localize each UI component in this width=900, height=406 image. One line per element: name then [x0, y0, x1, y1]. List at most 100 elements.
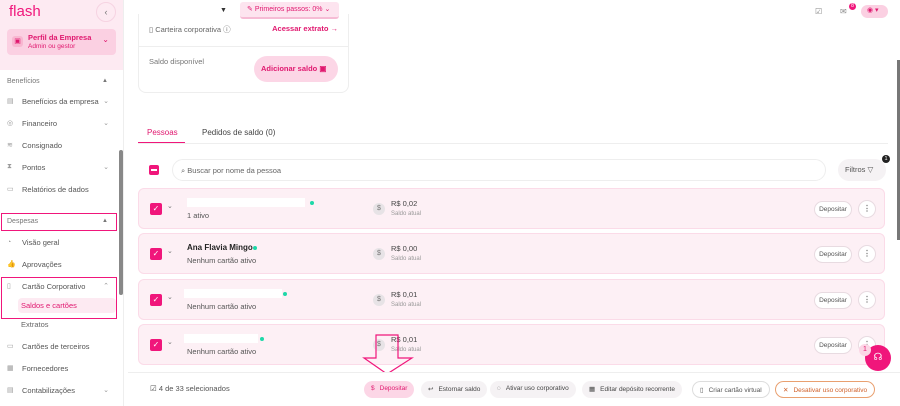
task-icon[interactable]: ☑ — [815, 7, 822, 16]
search-input[interactable]: ⌕ Buscar por nome da pessoa — [172, 159, 826, 181]
sidebar-item-aprovacoes[interactable]: 👍 Aprovações — [7, 257, 111, 271]
view-statement-link[interactable]: Acessar extrato → — [272, 24, 338, 33]
deposit-button[interactable]: Depositar — [814, 292, 852, 309]
card-status: 1 ativo — [187, 211, 210, 220]
active-dot — [253, 246, 257, 250]
balance-label: Saldo atual — [391, 211, 422, 217]
person-name: Ana Flavia Mingo — [187, 243, 253, 252]
monitor-icon: ▭ — [7, 186, 14, 193]
section-label: Benefícios — [7, 78, 40, 85]
reverse-balance-button[interactable]: ↩ Estornar saldo — [421, 381, 488, 398]
sidebar-header: flash ‹ ▣ Perfil da Empresa Admin ou ges… — [0, 0, 123, 70]
active-dot — [260, 337, 264, 341]
sidebar-item-fornecedores[interactable]: ▦ Fornecedores — [7, 361, 111, 375]
sidebar-item-pontos[interactable]: ⧗ Pontos ⌄ — [7, 160, 111, 174]
row-checkbox[interactable]: ✓ — [150, 203, 162, 215]
row-checkbox[interactable]: ✓ — [150, 248, 162, 260]
store-icon: ▦ — [7, 365, 14, 372]
steps-label: Primeiros passos: 0% — [254, 6, 323, 13]
profile-subtitle: Admin ou gestor — [28, 43, 76, 50]
section-despesas[interactable]: Despesas ▲ — [2, 214, 116, 230]
item-label: Cartão Corporativo — [22, 281, 86, 291]
tab-pessoas[interactable]: Pessoas — [138, 128, 185, 144]
balance-value: R$ 0,00 — [391, 244, 418, 253]
gauge-icon: ◔ — [7, 238, 12, 246]
item-label: Fornecedores — [22, 363, 69, 373]
undo-icon: ↩ — [428, 386, 434, 393]
add-balance-button[interactable]: Adicionar saldo ▣ — [254, 56, 338, 82]
selected-count: ☑ 4 de 33 selecionados — [150, 384, 230, 393]
deposit-button[interactable]: Depositar — [814, 246, 852, 263]
sidebar-item-financeiro[interactable]: ◎ Financeiro ⌄ — [7, 116, 111, 130]
dropdown-caret-icon[interactable]: ▼ — [220, 7, 227, 14]
action-label: Criar cartão virtual — [708, 387, 762, 394]
deposit-button[interactable]: Depositar — [814, 201, 852, 218]
coins-icon: ≋ — [7, 142, 13, 149]
sidebar-item-beneficios-empresa[interactable]: ▤ Benefícios da empresa ⌄ — [7, 94, 111, 108]
wallet-title: ▯ Carteira corporativa ⓘ — [149, 25, 231, 34]
sidebar-item-cartao-corporativo[interactable]: ▯ Cartão Corporativo ⌃ — [7, 279, 111, 293]
row-checkbox[interactable]: ✓ — [150, 294, 162, 306]
more-options-icon[interactable]: ⋮ — [858, 200, 876, 218]
sidebar-subitem-saldos[interactable]: Saldos e cartões — [18, 298, 116, 313]
sidebar-item-contabilizacoes[interactable]: ▤ Contabilizações ⌄ — [7, 383, 111, 397]
table-row: ✓ ⌄ Nenhum cartão ativo $ R$ 0,01 Saldo atu… — [138, 324, 885, 365]
deactivate-corporate-button[interactable]: ✕ Desativar uso corporativo — [775, 381, 876, 398]
card-icon: ▯ — [7, 283, 11, 290]
more-options-icon[interactable]: ⋮ — [858, 291, 876, 309]
filter-icon: ▽ — [867, 165, 874, 174]
tabs-divider — [138, 143, 888, 144]
sidebar: flash ‹ ▣ Perfil da Empresa Admin ou ges… — [0, 0, 124, 406]
chevron-up-icon: ▲ — [102, 78, 108, 84]
section-label: Despesas — [7, 218, 39, 225]
sidebar-item-consignado[interactable]: ≋ Consignado — [7, 138, 111, 152]
row-checkbox[interactable]: ✓ — [150, 339, 162, 351]
sidebar-item-visao-geral[interactable]: ◔ Visão geral — [7, 235, 111, 249]
dollar-icon: $ — [373, 294, 385, 306]
create-virtual-card-button[interactable]: ▯ Criar cartão virtual — [692, 381, 770, 398]
circle-icon: ◌ — [497, 385, 501, 392]
item-label: Pontos — [22, 162, 46, 172]
table-row: ✓ ⌄ Nenhum cartão ativo $ R$ 0,01 Saldo atu… — [138, 279, 885, 320]
expand-chevron-icon[interactable]: ⌄ — [167, 247, 173, 255]
flash-logo: flash — [9, 3, 41, 20]
tab-pedidos-saldo[interactable]: Pedidos de saldo (0) — [202, 128, 275, 137]
profile-selector[interactable]: ▣ Perfil da Empresa Admin ou gestor ⌄ — [7, 29, 116, 55]
item-label: Aprovações — [22, 259, 62, 269]
phone-icon: ▯ — [700, 387, 704, 394]
expand-chevron-icon[interactable]: ⌄ — [167, 338, 173, 346]
deposit-button[interactable]: Depositar — [814, 337, 852, 354]
deposit-bulk-button[interactable]: $ Depositar — [364, 381, 415, 398]
sidebar-item-cartoes-terceiros[interactable]: ▭ Cartões de terceiros — [7, 339, 111, 353]
item-label: Relatórios de dados — [22, 184, 89, 194]
active-dot — [310, 201, 314, 205]
expand-chevron-icon[interactable]: ⌄ — [167, 202, 173, 210]
sidebar-item-relatorios[interactable]: ▭ Relatórios de dados — [7, 182, 111, 196]
card-icon: ▭ — [7, 343, 14, 350]
card-status: Nenhum cartão ativo — [187, 302, 257, 311]
chevron-down-icon: ⌄ — [103, 387, 109, 394]
chevron-up-icon: ⌃ — [103, 283, 109, 290]
chevron-down-icon: ⌄ — [102, 35, 109, 44]
expand-chevron-icon[interactable]: ⌄ — [167, 293, 173, 301]
item-label: Benefícios da empresa — [22, 96, 99, 106]
mail-icon[interactable]: ✉ — [840, 7, 847, 16]
filters-button[interactable]: Filtros ▽ — [838, 159, 886, 181]
user-menu[interactable]: ◉ ▾ — [861, 5, 888, 18]
document-icon: ▤ — [7, 387, 14, 394]
sidebar-scrollbar[interactable] — [119, 150, 123, 295]
sidebar-subitem-extratos[interactable]: Extratos — [18, 317, 116, 332]
collapse-sidebar-button[interactable]: ‹ — [96, 2, 116, 22]
chevron-up-icon: ▲ — [102, 218, 108, 224]
edit-recurring-deposit-button[interactable]: ▦ Editar depósito recorrente — [582, 381, 682, 398]
select-all-checkbox[interactable] — [149, 165, 159, 175]
section-beneficios[interactable]: Benefícios ▲ — [2, 74, 116, 90]
item-label: Financeiro — [22, 118, 58, 128]
more-options-icon[interactable]: ⋮ — [858, 245, 876, 263]
activate-corporate-button[interactable]: ◌ Ativar uso corporativo — [490, 381, 576, 398]
support-badge: 1 — [859, 344, 871, 356]
dollar-icon: $ — [371, 385, 375, 392]
action-label: Depositar — [379, 385, 408, 392]
table-row: ✓ ⌄ 1 ativo $ R$ 0,02 Saldo atual Depositar… — [138, 188, 885, 229]
calendar-icon: ▦ — [589, 386, 596, 393]
